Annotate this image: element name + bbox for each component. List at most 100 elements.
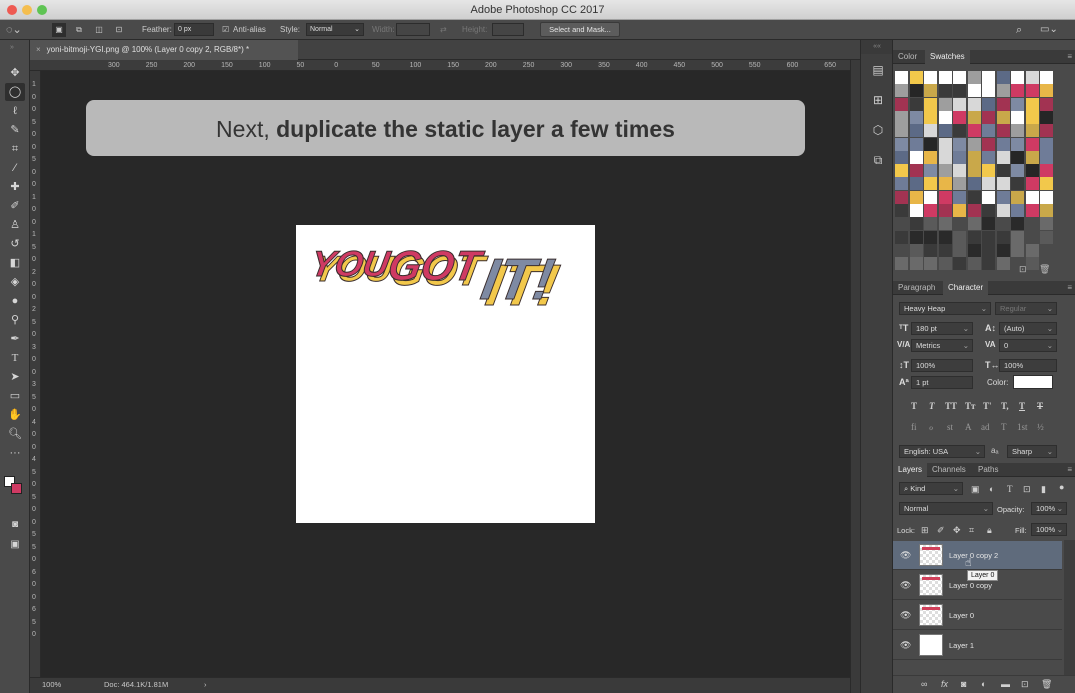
small-caps-button[interactable]: Tт: [965, 401, 975, 411]
dodge-tool-icon[interactable]: ⚲: [5, 311, 25, 329]
swatch[interactable]: [953, 257, 966, 271]
swatch[interactable]: [1025, 204, 1039, 217]
eyedropper-tool-icon[interactable]: ⁄: [5, 159, 25, 177]
swatch[interactable]: [967, 164, 981, 178]
swatch[interactable]: [982, 190, 995, 204]
swatch[interactable]: [982, 84, 995, 98]
swatch[interactable]: [1011, 190, 1024, 204]
delete-layer-icon[interactable]: 🗑︎: [1041, 679, 1052, 690]
swatch[interactable]: [996, 97, 1010, 111]
swatch[interactable]: [953, 177, 966, 191]
document-canvas[interactable]: YOU YOU GOT GOT IT! IT!: [296, 225, 595, 523]
swatch[interactable]: [895, 84, 908, 98]
swatch[interactable]: [996, 150, 1010, 164]
faux-italic-button[interactable]: T: [929, 401, 935, 411]
swatch[interactable]: [982, 110, 995, 124]
swatch[interactable]: [895, 243, 908, 257]
swatch[interactable]: [967, 97, 981, 111]
swatch[interactable]: [938, 84, 952, 98]
swatch[interactable]: [1011, 243, 1024, 257]
swatch[interactable]: [909, 190, 923, 204]
swatch[interactable]: [895, 230, 908, 244]
swatch[interactable]: [996, 177, 1010, 191]
fill-input[interactable]: 100% ⌄: [1031, 523, 1067, 536]
add-selection-icon[interactable]: ⧉: [72, 23, 86, 37]
swatch[interactable]: [996, 190, 1010, 204]
swatch[interactable]: [895, 204, 908, 217]
swatch[interactable]: [1025, 150, 1039, 164]
new-swatch-icon[interactable]: ⊡: [1019, 264, 1027, 275]
zoom-level[interactable]: 100%: [42, 680, 61, 689]
swatch[interactable]: [1025, 177, 1039, 191]
swatch[interactable]: [996, 164, 1010, 178]
swatch[interactable]: [996, 84, 1010, 98]
swatch[interactable]: [953, 204, 966, 217]
layer-name[interactable]: Layer 0 copy 2: [949, 551, 998, 560]
swatch[interactable]: [924, 257, 937, 271]
swatch[interactable]: [967, 217, 981, 231]
opacity-input[interactable]: 100% ⌄: [1031, 502, 1067, 515]
new-layer-icon[interactable]: ⊡: [1021, 679, 1029, 690]
swatch[interactable]: [953, 243, 966, 257]
swatch[interactable]: [1011, 71, 1024, 84]
swatch[interactable]: [1040, 164, 1053, 178]
panel-menu-icon[interactable]: ≡: [1067, 463, 1072, 477]
swatch[interactable]: [924, 230, 937, 244]
swatch[interactable]: [909, 177, 923, 191]
swatch[interactable]: [895, 97, 908, 111]
swatch[interactable]: [924, 150, 937, 164]
swatch[interactable]: [967, 124, 981, 138]
type-tool-icon[interactable]: T: [5, 349, 25, 367]
titling-alternates-button[interactable]: T: [1001, 422, 1007, 432]
swatch[interactable]: [982, 124, 995, 138]
swatch[interactable]: [967, 150, 981, 164]
tab-color[interactable]: Color: [893, 50, 922, 64]
swatch[interactable]: [895, 190, 908, 204]
swatch[interactable]: [1040, 110, 1053, 124]
blur-tool-icon[interactable]: ●: [5, 292, 25, 310]
swatch[interactable]: [1011, 177, 1024, 191]
swatch[interactable]: [982, 71, 995, 84]
swatch[interactable]: [924, 97, 937, 111]
paint-bucket-tool-icon[interactable]: ◈: [5, 273, 25, 291]
swatch[interactable]: [1025, 97, 1039, 111]
swatch[interactable]: [1011, 124, 1024, 138]
libraries-panel-icon[interactable]: ⧉: [870, 152, 886, 168]
swatch[interactable]: [967, 190, 981, 204]
swatch[interactable]: [895, 124, 908, 138]
swatch[interactable]: [909, 124, 923, 138]
swatch[interactable]: [1011, 97, 1024, 111]
adjustment-layer-icon[interactable]: ◐: [981, 679, 986, 689]
swatch[interactable]: [938, 243, 952, 257]
layer-filter-select[interactable]: ⌕ Kind ⌄: [899, 482, 963, 495]
select-and-mask-button[interactable]: Select and Mask...: [540, 22, 620, 37]
width-input[interactable]: [396, 23, 430, 36]
swatch[interactable]: [909, 150, 923, 164]
swatch[interactable]: [1011, 137, 1024, 151]
strikethrough-button[interactable]: T: [1037, 401, 1043, 411]
swatch[interactable]: [982, 217, 995, 231]
swatch[interactable]: [967, 230, 981, 244]
layer-name[interactable]: Layer 0 copy: [949, 581, 992, 590]
swatch[interactable]: [996, 124, 1010, 138]
blend-mode-select[interactable]: Normal ⌄: [899, 502, 993, 515]
swatch[interactable]: [1025, 217, 1039, 231]
delete-swatch-icon[interactable]: 🗑︎: [1039, 264, 1050, 275]
move-tool-icon[interactable]: ✥: [5, 64, 25, 82]
swatch[interactable]: [909, 137, 923, 151]
swatch[interactable]: [1025, 243, 1039, 257]
swatch[interactable]: [953, 84, 966, 98]
new-group-icon[interactable]: ▬: [1001, 679, 1010, 689]
swatch[interactable]: [953, 150, 966, 164]
anti-alias-select[interactable]: Sharp ⌄: [1007, 445, 1057, 458]
lock-all-icon[interactable]: 🔒︎: [987, 525, 992, 536]
swatch[interactable]: [924, 124, 937, 138]
swatch[interactable]: [953, 97, 966, 111]
swatch[interactable]: [909, 84, 923, 98]
swatch[interactable]: [953, 190, 966, 204]
swatch[interactable]: [938, 217, 952, 231]
swatch[interactable]: [924, 204, 937, 217]
link-layers-icon[interactable]: ∞: [921, 679, 927, 689]
swatch[interactable]: [924, 164, 937, 178]
layer-row[interactable]: 👁︎ Layer 1: [893, 631, 1062, 660]
